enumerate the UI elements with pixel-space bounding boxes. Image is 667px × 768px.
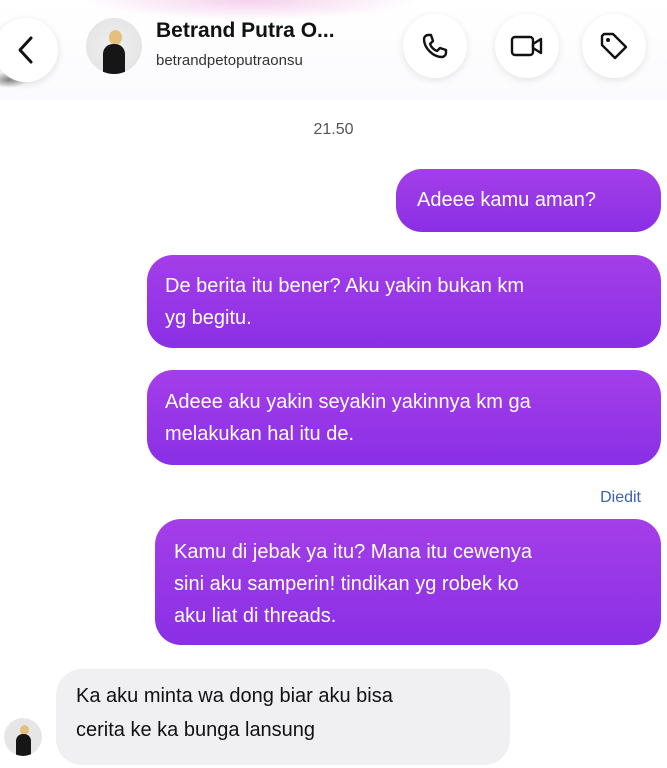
message-line: yg begitu. [165, 307, 252, 329]
sender-avatar[interactable] [4, 718, 42, 756]
message-line: Ka aku minta wa dong biar aku bisa [76, 685, 393, 707]
message-timestamp: 21.50 [313, 121, 354, 138]
avatar-body [103, 44, 125, 74]
outgoing-message[interactable]: Kamu di jebak ya itu? Mana itu cewenya s… [155, 519, 661, 645]
tag-icon [600, 32, 628, 60]
message-line: aku liat di threads. [174, 605, 337, 627]
message-line: Adeee kamu aman? [417, 189, 597, 211]
incoming-message[interactable]: Ka aku minta wa dong biar aku bisa cerit… [56, 669, 510, 765]
contact-username: betrandpetoputraonsu [156, 52, 303, 69]
chat-header: Betrand Putra O... betrandpetoputraonsu [0, 0, 667, 100]
message-line: Kamu di jebak ya itu? Mana itu cewenya [174, 541, 532, 563]
avatar[interactable] [86, 18, 142, 74]
chevron-left-icon [18, 36, 33, 64]
avatar-head [109, 30, 122, 45]
message-line: sini aku samperin! tindikan yg robek ko [174, 573, 519, 595]
phone-icon [422, 33, 448, 59]
message-line: melakukan hal itu de. [165, 423, 355, 445]
message-line: Adeee aku yakin seyakin yakinnya km ga [165, 391, 531, 413]
outgoing-message[interactable]: Adeee aku yakin seyakin yakinnya km ga m… [147, 370, 661, 465]
avatar-body [16, 734, 31, 756]
back-button[interactable] [0, 18, 58, 82]
outgoing-message[interactable]: De berita itu bener? Aku yakin bukan km … [147, 255, 661, 348]
tag-button[interactable] [582, 14, 646, 78]
video-call-button[interactable] [495, 14, 559, 78]
message-line: De berita itu bener? Aku yakin bukan km [165, 275, 525, 297]
call-button[interactable] [403, 14, 467, 78]
outgoing-message[interactable]: Adeee kamu aman? [396, 169, 661, 232]
header-glow [80, 0, 420, 20]
contact-name[interactable]: Betrand Putra O... [156, 19, 335, 43]
video-camera-icon [510, 35, 543, 57]
message-line: cerita ke ka bunga lansung [76, 719, 316, 741]
edited-label: Diedit [600, 489, 641, 506]
